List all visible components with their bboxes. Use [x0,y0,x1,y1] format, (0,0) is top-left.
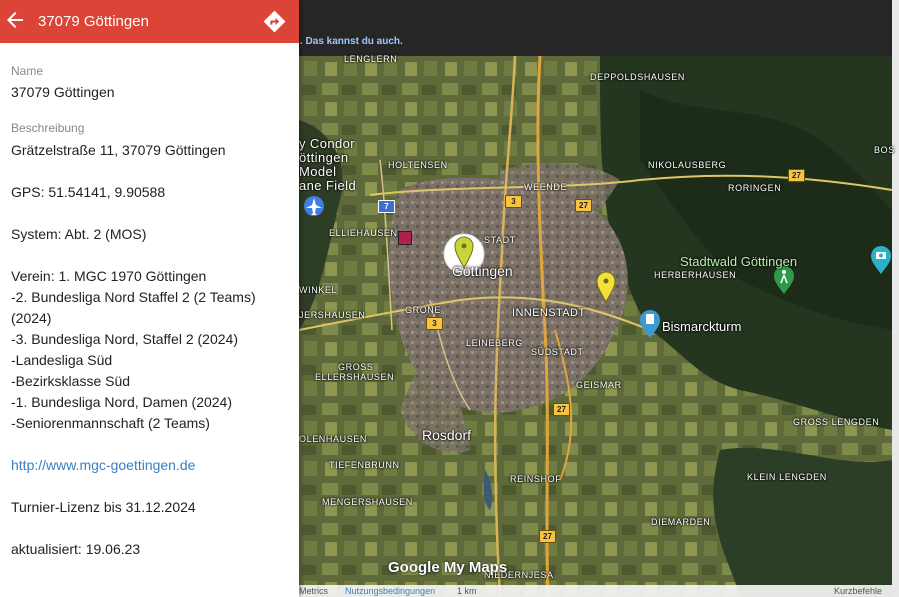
poi-label[interactable]: Bismarckturm [662,319,741,334]
description-line: Grätzelstraße 11, 37079 Göttingen [11,142,226,158]
place-label: OLENHAUSEN [299,434,368,444]
place-label: y Condor [299,136,355,151]
description-text: Grätzelstraße 11, 37079 Göttingen GPS: 51… [11,140,291,560]
place-label: HOLTENSEN [388,160,448,170]
road-shield: 27 [575,199,592,212]
place-label: ELLERSHAUSEN [315,372,395,382]
description-line: -1. Bundesliga Nord, Damen (2024) [11,394,233,410]
place-label: HERBERHAUSEN [654,270,737,280]
road-shield: 27 [553,403,570,416]
place-label: öttingen [299,150,349,165]
name-label: Name [11,64,44,78]
place-label: NIKOLAUSBERG [648,160,727,170]
description-label: Beschreibung [11,121,85,135]
description-line: -Landesliga Süd [11,352,113,368]
description-line: -Seniorenmannschaft (2 Teams) [11,415,210,431]
description-blank-line [11,245,291,266]
description-line: System: Abt. 2 (MOS) [11,226,147,242]
map-hint-text[interactable]: . Das kannst du auch. [300,36,403,47]
description-line: -3. Bundesliga Nord, Staffel 2 (2024) [11,331,238,347]
place-label: BOS [874,145,895,155]
name-value: 37079 Göttingen [11,84,115,100]
website-link[interactable]: http://www.mgc-goettingen.de [11,455,291,476]
place-label: Model [299,164,337,179]
place-label: LENGLERN [344,54,398,64]
road-shield: 7 [378,200,395,213]
road-shield: 27 [788,169,805,182]
road-shield: 3 [426,317,443,330]
metrics-link[interactable]: Metrics [299,585,328,597]
place-label: KLEIN LENGDEN [747,472,827,482]
place-label: SÜDSTADT [531,347,584,357]
description-line: (2024) [11,310,52,326]
place-label: WINKEL [299,285,338,295]
road-shield: 3 [505,195,522,208]
place-label: ane Field [299,178,357,193]
directions-icon[interactable] [262,9,287,34]
place-label: JERSHAUSEN [299,310,366,320]
description-blank-line [11,434,291,455]
map-logo: Google My Maps [388,559,508,576]
district-label: INNENSTADT [512,307,586,319]
panel-header: 37079 Göttingen [0,0,299,43]
terms-link[interactable]: Nutzungsbedingungen [345,585,435,597]
map-footer: Metrics Nutzungsbedingungen 1 km Kurzbef… [299,585,892,597]
place-label: DIEMARDEN [651,517,711,527]
place-label: STADT [484,235,516,245]
arrow-left-icon[interactable] [3,8,27,32]
panel-title: 37079 Göttingen [38,13,149,30]
description-blank-line [11,161,291,182]
description-line: aktualisiert: 19.06.23 [11,541,141,557]
place-label: GRONE [405,305,442,315]
place-label: WEENDE [524,182,568,192]
place-label: GROSS LENGDEN [793,417,880,427]
place-label: LEINEBERG [466,338,523,348]
place-label: ELLIEHAUSEN [329,228,398,238]
place-label: TIEFENBRUNN [329,460,400,470]
airport-icon [304,196,324,216]
location-marker-square[interactable] [398,231,412,245]
description-line: Turnier-Lizenz bis 31.12.2024 [11,499,196,515]
description-line: Verein: 1. MGC 1970 Göttingen [11,268,207,284]
place-label: REINSHOF [510,474,562,484]
description-blank-line [11,518,291,539]
scale-label: 1 km [457,586,477,596]
details-panel: 37079 Göttingen Name 37079 Göttingen Bes… [0,0,299,597]
road-shield: 27 [539,530,556,543]
place-label: GROSS [338,362,374,372]
town-label: Rosdorf [422,427,472,443]
map-right-edge [892,0,899,597]
description-line: -2. Bundesliga Nord Staffel 2 (2 Teams) [11,289,256,305]
park-label: Stadtwald Göttingen [680,254,798,269]
description-blank-line [11,476,291,497]
place-label: DEPPOLDSHAUSEN [590,72,685,82]
description-line: -Bezirksklasse Süd [11,373,131,389]
place-label: RORINGEN [728,183,782,193]
city-label: Göttingen [452,263,513,279]
place-label: GEISMAR [576,380,622,390]
shortcuts-link[interactable]: Kurzbefehle [834,585,882,597]
description-line: GPS: 51.54141, 9.90588 [11,184,166,200]
description-blank-line [11,203,291,224]
place-label: MENGERSHAUSEN [322,497,413,507]
